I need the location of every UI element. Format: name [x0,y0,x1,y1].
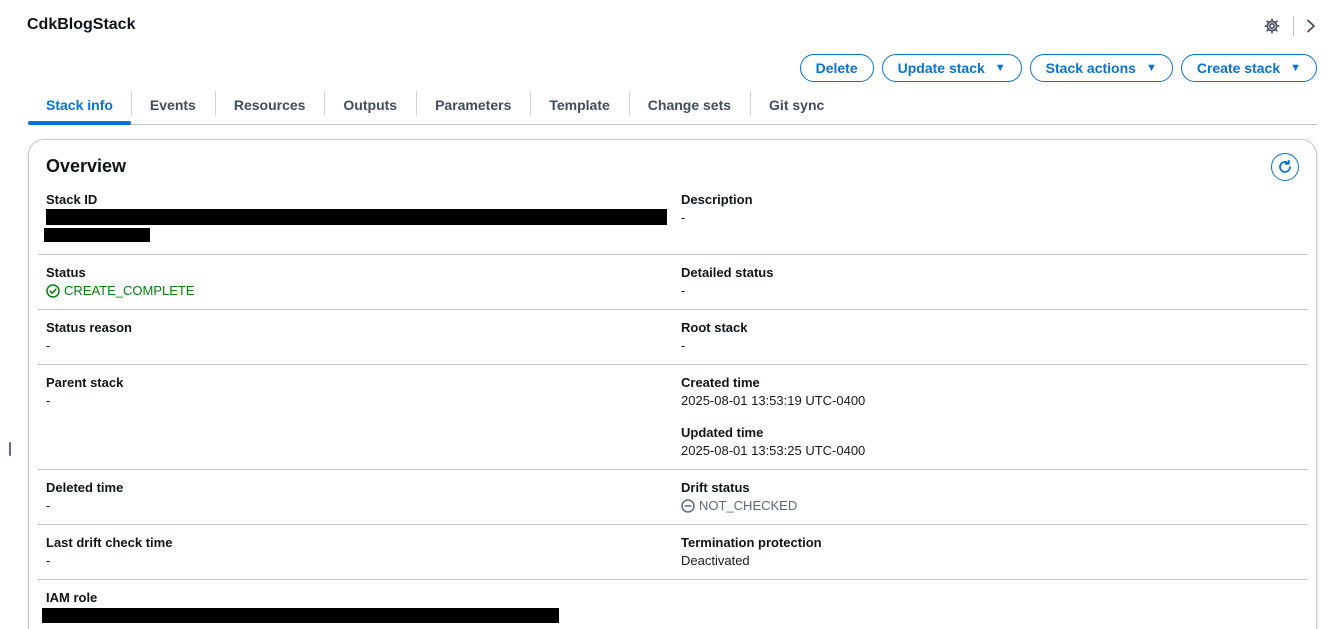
tab-outputs[interactable]: Outputs [324,88,416,121]
stack-actions-toolbar: Delete Update stack ▼ Stack actions ▼ Crea… [799,54,1317,82]
stack-detail-page: CdkBlogStack Delete Update stack ▼ Stack … [0,0,1340,629]
created-time-value: 2025-08-01 13:53:19 UTC-0400 [681,393,866,408]
field-divider [38,524,1308,525]
minus-circle-icon [681,499,695,513]
field-divider [38,254,1308,255]
redacted-stack-id-cont [44,228,150,242]
tab-events[interactable]: Events [130,88,215,121]
tab-change-sets[interactable]: Change sets [628,88,750,121]
termination-protection-field: Termination protection Deactivated [681,535,822,569]
header-divider [1293,16,1294,36]
create-stack-button[interactable]: Create stack ▼ [1180,54,1317,82]
root-stack-field: Root stack - [681,320,747,354]
created-time-field: Created time 2025-08-01 13:53:19 UTC-040… [681,375,865,409]
tab-stack-info[interactable]: Stack info [28,88,131,125]
delete-button-label: Delete [815,60,858,76]
detailed-status-field: Detailed status - [681,265,773,299]
deleted-time-label: Deleted time [46,480,124,495]
status-reason-label: Status reason [46,320,132,335]
drift-status-text: NOT_CHECKED [699,498,798,513]
tab-git-sync[interactable]: Git sync [750,88,843,121]
last-drift-check-value: - [46,553,51,568]
chevron-right-icon[interactable] [1302,16,1320,36]
drawer-resize-handle[interactable] [9,442,11,456]
iam-role-label: IAM role [46,590,98,605]
update-stack-button[interactable]: Update stack ▼ [881,54,1022,82]
status-text: CREATE_COMPLETE [64,283,195,298]
detailed-status-value: - [681,283,686,298]
stack-actions-button[interactable]: Stack actions ▼ [1029,54,1173,82]
status-reason-value: - [46,338,51,353]
drift-status-field: Drift status NOT_CHECKED [681,480,797,514]
description-label: Description [681,192,753,207]
field-divider [38,364,1308,365]
page-title: CdkBlogStack [27,16,136,33]
drift-status-value: NOT_CHECKED [681,498,797,514]
caret-down-icon: ▼ [1145,61,1157,74]
updated-time-field: Updated time 2025-08-01 13:53:25 UTC-040… [681,425,865,459]
refresh-icon[interactable] [1271,153,1299,181]
overview-panel: Overview Stack ID Description - Status C… [28,139,1317,629]
check-circle-icon [46,284,60,298]
redacted-stack-id [46,209,667,225]
status-label: Status [46,265,86,280]
delete-button[interactable]: Delete [799,54,874,82]
description-value: - [681,210,686,225]
field-divider [38,579,1308,580]
stack-id-field: Stack ID [46,192,97,208]
last-drift-check-label: Last drift check time [46,535,173,550]
field-divider [38,309,1308,310]
status-reason-field: Status reason - [46,320,132,354]
description-field: Description - [681,192,753,226]
header-tools [1262,16,1320,36]
tab-resources[interactable]: Resources [214,88,325,121]
create-stack-label: Create stack [1196,60,1281,76]
update-stack-label: Update stack [897,60,985,76]
status-value: CREATE_COMPLETE [46,283,195,299]
updated-time-label: Updated time [681,425,764,440]
redacted-iam-role [42,608,559,623]
deleted-time-field: Deleted time - [46,480,123,514]
parent-stack-label: Parent stack [46,375,124,390]
deleted-time-value: - [46,498,51,513]
parent-stack-value: - [46,393,51,408]
caret-down-icon: ▼ [994,61,1006,74]
caret-down-icon: ▼ [1290,61,1301,74]
stack-tabs: Stack info Events Resources Outputs Para… [28,88,1317,125]
last-drift-check-field: Last drift check time - [46,535,172,569]
created-time-label: Created time [681,375,760,390]
status-field: Status CREATE_COMPLETE [46,265,195,299]
root-stack-label: Root stack [681,320,748,335]
field-divider [38,469,1308,470]
stack-actions-label: Stack actions [1045,60,1136,76]
parent-stack-field: Parent stack - [46,375,123,409]
updated-time-value: 2025-08-01 13:53:25 UTC-0400 [681,443,866,458]
stack-id-label: Stack ID [46,192,98,207]
tab-template[interactable]: Template [530,88,628,121]
tab-parameters[interactable]: Parameters [416,88,530,121]
termination-protection-value: Deactivated [681,553,750,568]
root-stack-value: - [681,338,686,353]
drift-status-label: Drift status [681,480,750,495]
overview-title: Overview [46,156,127,176]
termination-protection-label: Termination protection [681,535,822,550]
iam-role-field: IAM role [46,590,97,606]
detailed-status-label: Detailed status [681,265,774,280]
gear-icon[interactable] [1262,16,1282,36]
